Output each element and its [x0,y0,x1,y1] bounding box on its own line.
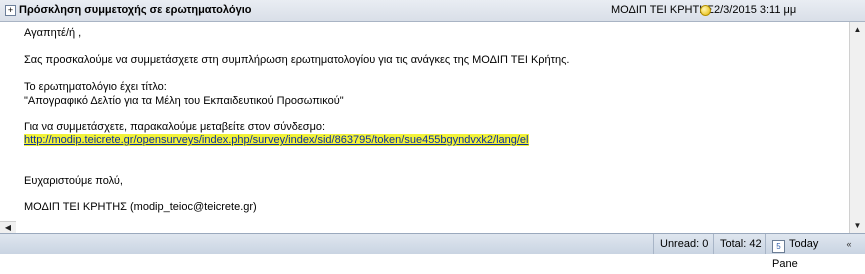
message-sender[interactable]: ΜΟΔΙΠ ΤΕΙ ΚΡΗΤΗΣ [611,4,714,16]
survey-link-line: http://modip.teicrete.gr/opensurveys/ind… [24,134,529,146]
message-body: Αγαπητέ/ή , Σας προσκαλούμε να συμμετάσχ… [0,22,849,233]
vertical-scrollbar[interactable]: ▲ ▼ [849,22,865,233]
survey-link[interactable]: http://modip.teicrete.gr/opensurveys/ind… [24,134,529,146]
total-count: Total: 42 [713,234,765,254]
collapse-button[interactable]: + [5,5,16,16]
message-datetime: 2/3/2015 3:11 μμ [714,4,797,16]
invitation-text: Σας προσκαλούμε να συμμετάσχετε στη συμπ… [24,54,570,66]
link-intro-text: Για να συμμετάσχετε, παρακαλούμε μεταβεί… [24,121,326,133]
flag-icon[interactable] [700,5,711,16]
scroll-left-arrow-icon[interactable]: ◀ [0,221,16,233]
calendar-icon: 5 [772,240,785,253]
message-header: + Πρόσκληση συμμετοχής σε ερωτηματολόγιο… [0,0,865,22]
scroll-down-arrow-icon[interactable]: ▼ [850,218,865,233]
unread-count: Unread: 0 [653,234,713,254]
thanks-text: Ευχαριστούμε πολύ, [24,175,123,187]
scroll-up-arrow-icon[interactable]: ▲ [850,22,865,37]
greeting-text: Αγαπητέ/ή , [24,27,82,39]
today-pane-button[interactable]: 5 Today Pane [765,234,835,270]
signature-text: ΜΟΔΙΠ ΤΕΙ ΚΡΗΤΗΣ (modip_teioc@teicrete.g… [24,201,257,213]
survey-title: "Απογραφικό Δελτίο για τα Μέλη του Εκπαι… [24,95,344,107]
pane-toggle-chevron-icon[interactable]: « [838,238,860,251]
survey-title-label: Το ερωτηματολόγιο έχει τίτλο: [24,81,167,93]
status-bar: Unread: 0 Total: 42 5 Today Pane « [0,233,865,270]
message-subject: Πρόσκληση συμμετοχής σε ερωτηματολόγιο [19,4,252,16]
